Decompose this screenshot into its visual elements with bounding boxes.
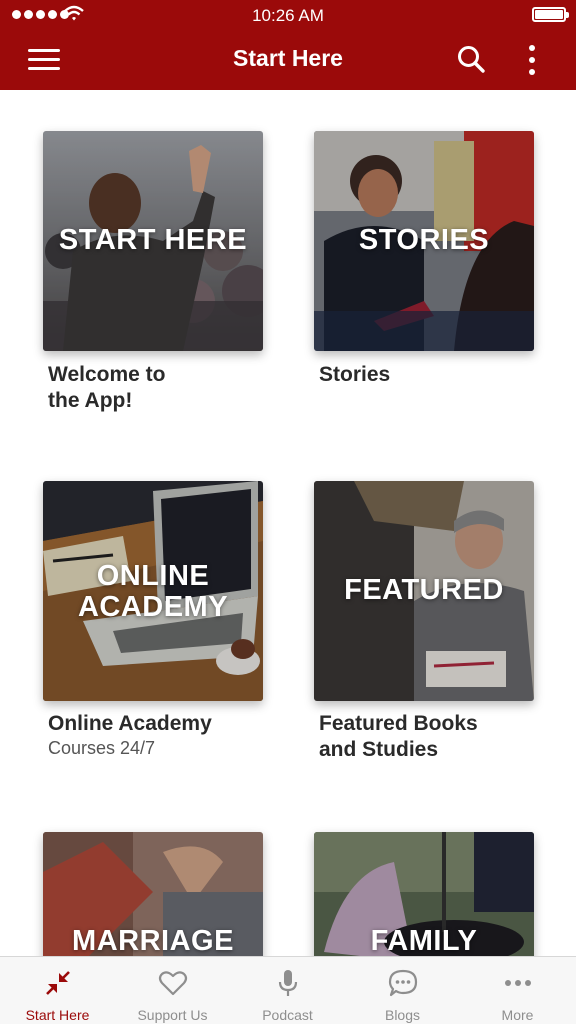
tile-start-here-caption: Welcome to the App! (48, 362, 288, 414)
tab-bar: Start Here Support Us Podcast Blogs More (0, 956, 576, 1024)
arrows-in-icon (46, 971, 70, 995)
status-bar: 10:26 AM (0, 0, 576, 30)
tile-featured[interactable]: FEATURED (314, 481, 534, 701)
tab-support-us[interactable]: Support Us (115, 957, 230, 1024)
tile-stories-label: STORIES (358, 224, 490, 256)
tile-online-academy-subcaption: Courses 24/7 (48, 738, 156, 758)
tab-podcast[interactable]: Podcast (230, 957, 345, 1024)
caption-line: Online Academy (48, 712, 212, 735)
tab-label: Blogs (384, 1007, 421, 1023)
tab-blogs[interactable]: Blogs (345, 957, 460, 1024)
microphone-icon (278, 970, 298, 996)
tile-online-academy-caption: Online Academy (48, 711, 288, 737)
caption-line: the App! (48, 389, 133, 412)
label-line: ACADEMY (77, 591, 229, 623)
battery-icon (532, 7, 569, 22)
caption-line: Featured Books (319, 712, 478, 735)
label-line: ONLINE (96, 560, 210, 592)
caption-line: Welcome to (48, 363, 166, 386)
more-vertical-icon[interactable] (527, 43, 537, 77)
content-grid: START HERE Welcome to the App! STORIES S… (0, 90, 576, 956)
tile-start-here-label: START HERE (58, 224, 248, 256)
tab-label: Podcast (262, 1007, 313, 1023)
tile-stories[interactable]: STORIES (314, 131, 534, 351)
tab-label: More (501, 1007, 534, 1023)
caption-line: and Studies (319, 738, 439, 761)
tab-start-here[interactable]: Start Here (0, 957, 115, 1024)
more-horizontal-icon (505, 980, 531, 986)
nav-bar: Start Here (0, 30, 576, 90)
chat-bubble-icon (388, 969, 418, 997)
tab-label: Support Us (137, 1007, 208, 1023)
tile-online-academy[interactable]: ONLINE ACADEMY (43, 481, 263, 701)
status-time: 10:26 AM (252, 6, 324, 25)
tile-featured-label: FEATURED (344, 574, 504, 606)
tile-family[interactable]: FAMILY (314, 832, 534, 956)
tab-more[interactable]: More (460, 957, 575, 1024)
tile-marriage[interactable]: MARRIAGE (43, 832, 263, 956)
tab-label: Start Here (25, 1007, 90, 1023)
tile-marriage-label: MARRIAGE (72, 925, 234, 957)
heart-icon (158, 971, 188, 996)
tile-family-label: FAMILY (370, 925, 478, 957)
search-icon[interactable] (456, 44, 486, 74)
page-title: Start Here (233, 45, 343, 71)
tile-start-here[interactable]: START HERE (43, 131, 263, 351)
caption-line: Stories (319, 363, 391, 386)
tile-featured-caption: Featured Books and Studies (319, 711, 559, 763)
tile-online-academy-label: ONLINE ACADEMY (43, 561, 263, 623)
tile-stories-caption: Stories (319, 362, 559, 388)
